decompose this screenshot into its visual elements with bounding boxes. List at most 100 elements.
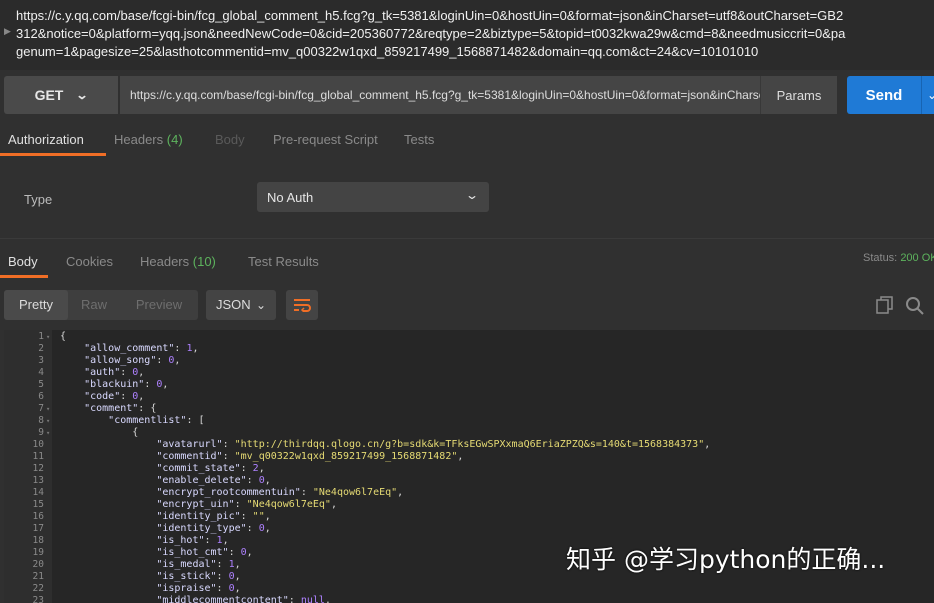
send-dropdown-chevron-icon[interactable]: ⌄	[921, 76, 934, 114]
url-input-value: https://c.y.qq.com/base/fcgi-bin/fcg_glo…	[130, 88, 760, 102]
expand-caret-icon[interactable]: ▶	[4, 26, 11, 37]
code-line: "is_hot_cmt": 0,	[156, 547, 253, 558]
code-line: "allow_comment": 1,	[84, 343, 199, 354]
tab-count: (4)	[166, 132, 183, 147]
method-label: GET	[34, 87, 64, 103]
fold-arrow-icon[interactable]: ▾	[46, 417, 50, 425]
line-number: 10	[32, 439, 44, 450]
url-header: https://c.y.qq.com/base/fcgi-bin/fcg_glo…	[0, 0, 934, 70]
params-button[interactable]: Params	[760, 76, 837, 114]
code-line: "auth": 0,	[84, 367, 145, 378]
tab-test-results[interactable]: Test Results	[248, 246, 319, 278]
view-pretty-button[interactable]: Pretty	[4, 290, 68, 320]
line-number: 11	[32, 451, 44, 462]
watermark: 知乎 @学习python的正确...	[566, 545, 886, 574]
chevron-down-icon: ⌄	[75, 88, 89, 102]
code-line: "is_hot": 1,	[156, 535, 229, 546]
auth-type-value: No Auth	[267, 189, 314, 205]
code-line: "comment": {	[84, 403, 157, 414]
line-number: 1	[38, 331, 44, 342]
method-select[interactable]: GET ⌄	[4, 76, 118, 114]
response-status: Status: 200 OK	[863, 252, 934, 264]
tab-label: Cookies	[66, 254, 113, 269]
copy-icon[interactable]	[876, 296, 894, 314]
line-number: 7	[38, 403, 44, 414]
line-number: 19	[32, 547, 44, 558]
line-number: 20	[32, 559, 44, 570]
code-line: "commentid": "mv_q00322w1qxd_859217499_1…	[156, 451, 464, 462]
fold-arrow-icon[interactable]: ▾	[46, 429, 50, 437]
tab-label: Headers	[114, 132, 164, 147]
active-tab-underline	[0, 153, 106, 156]
code-line: {	[60, 331, 67, 342]
search-icon[interactable]	[905, 296, 925, 316]
tab-label: Test Results	[248, 254, 319, 269]
tab-label: Pre-request Script	[273, 132, 378, 147]
code-line: "avatarurl": "http://thirdqq.qlogo.cn/g?…	[156, 439, 711, 450]
fold-arrow-icon[interactable]: ▾	[46, 333, 50, 341]
url-line: https://c.y.qq.com/base/fcgi-bin/fcg_glo…	[16, 8, 844, 23]
code-line: "allow_song": 0,	[84, 355, 181, 366]
code-line: "is_medal": 1,	[156, 559, 241, 570]
line-number: 15	[32, 499, 44, 510]
tab-pre-request-script[interactable]: Pre-request Script	[273, 124, 378, 156]
tab-body[interactable]: Body	[215, 124, 245, 156]
tab-headers[interactable]: Headers (4)	[114, 124, 183, 156]
view-raw-button[interactable]: Raw	[68, 290, 120, 320]
code-line: "identity_pic": "",	[156, 511, 271, 522]
url-input[interactable]: https://c.y.qq.com/base/fcgi-bin/fcg_glo…	[120, 76, 760, 114]
auth-type-select[interactable]: No Auth ⌄	[257, 182, 489, 212]
response-toolbar: Pretty Raw Preview JSON ⌄	[0, 286, 934, 326]
response-tabs: Body Cookies Headers (10) Test Results	[0, 246, 934, 278]
line-number: 2	[38, 343, 44, 354]
fold-arrow-icon[interactable]: ▾	[46, 405, 50, 413]
tab-cookies[interactable]: Cookies	[66, 246, 113, 278]
line-number: 3	[38, 355, 44, 366]
chevron-down-icon: ⌄	[255, 298, 266, 312]
line-number: 9	[38, 427, 44, 438]
line-number: 8	[38, 415, 44, 426]
code-line: "encrypt_rootcommentuin": "Ne4qow6l7eEq"…	[156, 487, 404, 498]
tab-authorization[interactable]: Authorization	[0, 124, 106, 156]
line-number: 12	[32, 463, 44, 474]
status-label: Status:	[863, 252, 898, 264]
code-line: "encrypt_uin": "Ne4qow6l7eEq",	[156, 499, 337, 510]
tab-label: Headers	[140, 254, 190, 269]
format-select[interactable]: JSON ⌄	[206, 290, 276, 320]
line-number: 18	[32, 535, 44, 546]
tab-label: Body	[8, 254, 38, 269]
tab-label: Body	[215, 132, 245, 147]
divider	[0, 238, 934, 239]
tab-label: Tests	[404, 132, 435, 147]
code-line: "middlecommentcontent": null,	[156, 595, 331, 603]
url-line: genum=1&pagesize=25&lasthotcommentid=mv_…	[16, 44, 759, 59]
status-value: 200 OK	[900, 252, 934, 264]
auth-type-label: Type	[24, 192, 53, 207]
tab-count: (10)	[192, 254, 216, 269]
send-button[interactable]: Send	[847, 76, 921, 114]
wrap-lines-button[interactable]	[286, 290, 318, 320]
wrap-lines-icon	[294, 299, 311, 312]
tab-response-body[interactable]: Body	[0, 246, 48, 278]
active-tab-underline	[0, 275, 48, 278]
view-preview-button[interactable]: Preview	[120, 290, 198, 320]
url-line: 312&notice=0&platform=yqq.json&needNewCo…	[16, 26, 846, 41]
code-line: "enable_delete": 0,	[156, 475, 271, 486]
line-number: 23	[32, 595, 44, 603]
chevron-down-icon: ⌄	[464, 188, 480, 202]
line-number: 14	[32, 487, 44, 498]
tab-label: Authorization	[8, 132, 84, 147]
line-number: 13	[32, 475, 44, 486]
code-line: "code": 0,	[84, 391, 145, 402]
view-mode-switch: Pretty Raw Preview	[4, 290, 198, 320]
request-tabs: Authorization Headers (4) Body Pre-reque…	[0, 124, 934, 156]
code-line: "is_stick": 0,	[156, 571, 241, 582]
code-line: "commentlist": [	[108, 415, 205, 426]
request-bar: GET ⌄ https://c.y.qq.com/base/fcgi-bin/f…	[4, 76, 934, 116]
line-number: 17	[32, 523, 44, 534]
line-number: 5	[38, 379, 44, 390]
tab-response-headers[interactable]: Headers (10)	[140, 246, 216, 278]
tab-tests[interactable]: Tests	[404, 124, 434, 156]
line-number: 16	[32, 511, 44, 522]
line-number: 22	[32, 583, 44, 594]
